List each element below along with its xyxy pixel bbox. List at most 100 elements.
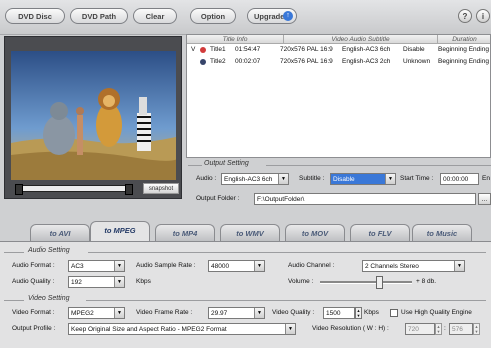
start-time-label: Start Time : (400, 175, 434, 182)
tab-to-music[interactable]: to Music (412, 224, 472, 241)
video-quality-input[interactable]: 1500 (323, 307, 355, 319)
chevron-down-icon[interactable]: ▼ (114, 308, 124, 318)
preview-panel: snapshot (4, 36, 182, 199)
table-row[interactable]: Title2 00:02:07 720x576 PAL 16:9 English… (187, 57, 490, 68)
settings-panel: Audio Setting Audio Format : AC3 ▼ Audio… (0, 241, 491, 348)
upgrade-button[interactable]: Upgrade ↑ (247, 8, 297, 24)
video-preview (11, 51, 176, 180)
chevron-down-icon[interactable]: ▼ (278, 174, 288, 184)
resolution-width-stepper[interactable]: ▲ ▼ (435, 323, 442, 335)
video-frame-rate-select[interactable]: 29.97 ▼ (208, 307, 265, 319)
tab-to-mpeg[interactable]: to MPEG (90, 221, 150, 241)
header-video-audio-subtitle: Video Audio Subtitle (284, 35, 438, 44)
seek-start-handle[interactable] (15, 184, 23, 195)
audio-quality-label: Audio Quality : (12, 278, 55, 285)
option-button[interactable]: Option (190, 8, 236, 24)
tab-to-mp4[interactable]: to MP4 (155, 224, 215, 241)
title-time: 00:02:07 (235, 58, 261, 65)
output-profile-label: Output Profile : (12, 325, 56, 332)
chevron-down-icon[interactable]: ▼ (385, 174, 395, 184)
audio-sample-rate-select[interactable]: 48000 ▼ (208, 260, 265, 272)
title-name: Title1 (210, 46, 226, 53)
help-icon[interactable]: ? (458, 9, 472, 23)
output-setting-title: Output Setting (204, 160, 249, 167)
video-setting-title: Video Setting (28, 295, 70, 302)
video-quality-value: 1500 (326, 310, 341, 317)
audio-channel-value: 2 Channels Stereo (365, 263, 419, 270)
info-icon[interactable]: i (476, 9, 490, 23)
audio-format-select[interactable]: AC3 ▼ (68, 260, 125, 272)
video-quality-stepper[interactable]: ▲ ▼ (355, 307, 362, 319)
chevron-down-icon[interactable]: ▼ (114, 277, 124, 287)
resolution-width-input[interactable]: 720 (405, 323, 435, 335)
tab-to-flv[interactable]: to FLV (350, 224, 410, 241)
header-duration: Duration (438, 35, 490, 44)
table-row[interactable]: V Title1 01:54:47 720x576 PAL 16:9 Engli… (187, 45, 490, 56)
video-format-label: Video Format : (12, 309, 55, 316)
tab-to-mov[interactable]: to MOV (285, 224, 345, 241)
audio-sample-rate-value: 48000 (211, 263, 230, 270)
dvd-path-button[interactable]: DVD Path (70, 8, 128, 24)
volume-value: + 8 db. (416, 278, 437, 285)
output-profile-value: Keep Original Size and Aspect Ratio - MP… (71, 326, 227, 333)
output-profile-select[interactable]: Keep Original Size and Aspect Ratio - MP… (68, 323, 296, 335)
resolution-width-value: 720 (408, 326, 419, 333)
seek-bar[interactable] (15, 184, 133, 195)
disc-icon (200, 47, 206, 53)
resolution-height-stepper[interactable]: ▲ ▼ (473, 323, 480, 335)
toolbar: DVD Disc DVD Path Clear Option Upgrade ↑… (0, 0, 491, 35)
title-video: 720x576 PAL 16:9 (280, 58, 333, 65)
subtitle-label: Subtitle : (299, 175, 325, 182)
title-audio: English-AC3 6ch (342, 46, 391, 53)
video-quality-unit: Kbps (364, 309, 379, 316)
clear-button[interactable]: Clear (133, 8, 177, 24)
audio-sample-rate-label: Audio Sample Rate : (136, 262, 196, 269)
chevron-down-icon[interactable]: ▼ (254, 308, 264, 318)
upgrade-label: Upgrade (254, 12, 285, 21)
video-format-select[interactable]: MPEG2 ▼ (68, 307, 125, 319)
output-folder-label: Output Folder : (196, 195, 240, 202)
audio-setting-title: Audio Setting (28, 247, 70, 254)
tab-to-avi[interactable]: to AVI (30, 224, 90, 241)
volume-slider[interactable] (320, 276, 412, 289)
audio-track-value: English-AC3 6ch (224, 176, 273, 183)
video-frame-rate-label: Video Frame Rate : (136, 309, 193, 316)
chevron-down-icon[interactable]: ▼ (285, 324, 295, 334)
chevron-down-icon[interactable]: ▼ (454, 261, 464, 271)
video-frame-rate-value: 29.97 (211, 310, 228, 317)
chevron-down-icon[interactable]: ▼ (254, 261, 264, 271)
audio-quality-select[interactable]: 192 ▼ (68, 276, 125, 288)
title-time: 01:54:47 (235, 46, 261, 53)
video-frame-image (11, 51, 176, 180)
subtitle-select[interactable]: Disable ▼ (330, 173, 396, 185)
audio-quality-unit: Kbps (136, 278, 151, 285)
end-time-label: En (482, 175, 490, 182)
video-format-value: MPEG2 (71, 310, 94, 317)
snapshot-button[interactable]: snapshot (143, 183, 179, 194)
chevron-down-icon[interactable]: ▼ (114, 261, 124, 271)
volume-slider-thumb[interactable] (376, 276, 383, 289)
audio-label: Audio : (196, 175, 217, 182)
title-name: Title2 (210, 58, 226, 65)
output-folder-input[interactable]: F:\OutputFolder\ (254, 193, 476, 205)
row-check[interactable]: V (191, 45, 195, 55)
video-resolution-label: Video Resolution ( W : H) : (312, 325, 389, 332)
dvd-disc-button[interactable]: DVD Disc (5, 8, 65, 24)
titles-table: Title Info Video Audio Subtitle Duration… (186, 34, 491, 158)
audio-channel-select[interactable]: 2 Channels Stereo ▼ (362, 260, 465, 272)
title-duration: Beginning Ending (438, 46, 489, 53)
audio-track-select[interactable]: English-AC3 6ch ▼ (221, 173, 289, 185)
high-quality-checkbox[interactable] (390, 309, 398, 317)
start-time-input[interactable]: 00:00:00 (440, 173, 479, 185)
resolution-height-input[interactable]: 576 (449, 323, 473, 335)
browse-folder-button[interactable]: ... (478, 193, 491, 205)
seek-end-handle[interactable] (125, 184, 133, 195)
title-subtitle: Unknown (403, 58, 431, 65)
high-quality-label: Use High Quality Engine (401, 309, 472, 316)
volume-label: Volume : (288, 278, 314, 285)
tab-to-wmv[interactable]: to WMV (220, 224, 280, 241)
audio-format-label: Audio Format : (12, 262, 55, 269)
resolution-height-value: 576 (452, 326, 463, 333)
audio-format-value: AC3 (71, 263, 84, 270)
video-quality-label: Video Quality : (272, 309, 315, 316)
